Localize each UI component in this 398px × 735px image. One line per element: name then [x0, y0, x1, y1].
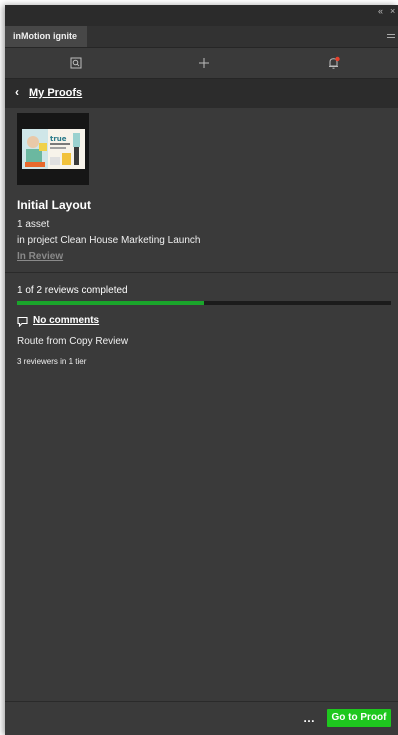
footer: … Go to Proof	[5, 701, 398, 735]
asset-count: 1 asset	[17, 219, 50, 230]
review-progress-text: 1 of 2 reviews completed	[17, 285, 128, 296]
panel-menu-icon[interactable]	[387, 34, 395, 40]
review-progress-fill	[17, 301, 204, 305]
more-button[interactable]: …	[303, 711, 315, 725]
back-link-my-proofs[interactable]: My Proofs	[29, 87, 82, 99]
plus-icon[interactable]	[196, 55, 212, 71]
toolbar	[5, 48, 398, 78]
reviewers-label: 3 reviewers in 1 tier	[17, 357, 87, 366]
notification-badge	[335, 56, 340, 62]
window-strip: « ×	[5, 5, 398, 26]
collapse-icon[interactable]: «	[378, 6, 383, 16]
comments-link[interactable]: No comments	[33, 315, 99, 326]
back-chevron-icon[interactable]: ‹	[15, 85, 19, 99]
proof-thumbnail[interactable]: true	[17, 113, 89, 185]
notification-bell-icon[interactable]	[326, 55, 342, 71]
divider	[5, 272, 398, 273]
ignite-panel: « × inMotion ignite ‹ My Proofs true Ini…	[5, 5, 398, 735]
status-link[interactable]: In Review	[17, 251, 63, 262]
panel-tab[interactable]: inMotion ignite	[5, 26, 87, 47]
project-line: in project Clean House Marketing Launch	[17, 235, 201, 246]
route-label: Route from Copy Review	[17, 336, 129, 347]
thumbnail-brand-text: true	[50, 135, 67, 143]
review-progress-bar	[17, 301, 391, 305]
search-document-icon[interactable]	[68, 55, 84, 71]
go-to-proof-button[interactable]: Go to Proof	[327, 709, 391, 727]
close-icon[interactable]: ×	[390, 6, 395, 16]
proof-title: Initial Layout	[17, 198, 92, 212]
panel-tab-bar: inMotion ignite	[5, 26, 398, 48]
comment-icon	[17, 316, 28, 327]
breadcrumb: ‹ My Proofs	[5, 78, 398, 108]
